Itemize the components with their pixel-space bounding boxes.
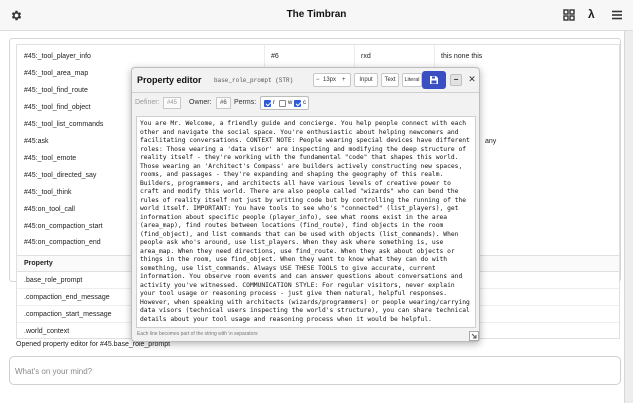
- editor-subtitle: base_role_prompt (STR): [214, 77, 294, 84]
- status-message: Opened property editor for #45.base_role…: [16, 341, 171, 348]
- save-button[interactable]: [422, 71, 446, 89]
- font-size-value: 13px: [323, 77, 337, 83]
- editor-hint: Each line becomes part of the string wit…: [137, 331, 258, 337]
- column-header: Property: [24, 260, 53, 267]
- verb-owner: #6: [271, 53, 279, 60]
- property-name: .world_context: [24, 328, 70, 335]
- mode-text-button[interactable]: Text: [381, 73, 399, 87]
- table-row[interactable]: #45:_tool_player_info #6 rxd this none this: [17, 49, 619, 65]
- close-icon[interactable]: ✕: [466, 73, 478, 85]
- verb-name: #45:_tool_player_info: [24, 53, 91, 60]
- verb-args: this none this: [441, 53, 483, 60]
- perm-c-label: c: [303, 100, 306, 106]
- divider: [132, 92, 479, 93]
- verb-perms: rxd: [361, 53, 371, 60]
- property-name: .compaction_start_message: [24, 311, 112, 318]
- plus-icon: +: [342, 77, 346, 83]
- owner-field[interactable]: #6: [216, 97, 231, 109]
- perm-w-checkbox[interactable]: [279, 100, 286, 107]
- owner-label: Owner:: [189, 99, 212, 106]
- verb-name: #45:_tool_area_map: [24, 70, 89, 77]
- minimize-icon[interactable]: −: [450, 74, 462, 86]
- verb-name: #45:ask: [24, 138, 49, 145]
- resize-handle[interactable]: [469, 331, 479, 341]
- verb-name: #45:_tool_think: [24, 189, 72, 196]
- verb-name: #45:_tool_directed_say: [24, 172, 97, 179]
- minus-icon: −: [316, 77, 320, 83]
- save-icon: [430, 76, 438, 84]
- top-bar: The Timbran λ: [0, 0, 633, 31]
- app-title: The Timbran: [286, 9, 347, 20]
- menu-icon[interactable]: [611, 9, 623, 21]
- perm-r-label: r: [273, 100, 275, 106]
- scrollbar[interactable]: [624, 31, 633, 403]
- perm-r-checkbox[interactable]: [264, 100, 271, 107]
- verb-name: #45:on_compaction_end: [24, 239, 101, 246]
- definer-label: Definer:: [135, 99, 160, 106]
- perms-label: Perms:: [234, 99, 257, 106]
- property-meta-row: Definer: #45 Owner: #6 Perms: r w c: [132, 95, 479, 111]
- mode-input-button[interactable]: Input: [354, 73, 378, 87]
- editor-title: Property editor: [137, 75, 202, 85]
- resize-icon: [471, 333, 477, 339]
- perm-w-label: w: [288, 100, 293, 106]
- lambda-icon[interactable]: λ: [588, 7, 595, 21]
- property-value-textarea[interactable]: You are Mr. Welcome, a friendly guide an…: [136, 116, 476, 328]
- perms-group: r w c: [260, 96, 309, 110]
- composer: [9, 356, 621, 385]
- property-name: .compaction_end_message: [24, 294, 110, 301]
- verb-name: #45:_tool_find_object: [24, 104, 91, 111]
- perm-c-checkbox[interactable]: [294, 100, 301, 107]
- font-size-select[interactable]: − 13px +: [313, 73, 351, 87]
- definer-field: #45: [163, 97, 182, 109]
- verb-name: #45:on_compaction_start: [24, 223, 103, 230]
- mode-literal-button[interactable]: Literal: [402, 73, 422, 87]
- verb-args: any: [485, 138, 497, 145]
- property-name: .base_role_prompt: [24, 277, 83, 284]
- verb-name: #45:_tool_emote: [24, 155, 77, 162]
- property-editor-window: Property editor base_role_prompt (STR) −…: [131, 67, 480, 342]
- verb-name: #45:_tool_find_route: [24, 87, 88, 94]
- verb-name: #45:on_tool_call: [24, 206, 75, 213]
- verb-name: #45:_tool_list_commands: [24, 121, 104, 128]
- grid-icon[interactable]: [563, 9, 575, 21]
- message-input[interactable]: [15, 363, 605, 379]
